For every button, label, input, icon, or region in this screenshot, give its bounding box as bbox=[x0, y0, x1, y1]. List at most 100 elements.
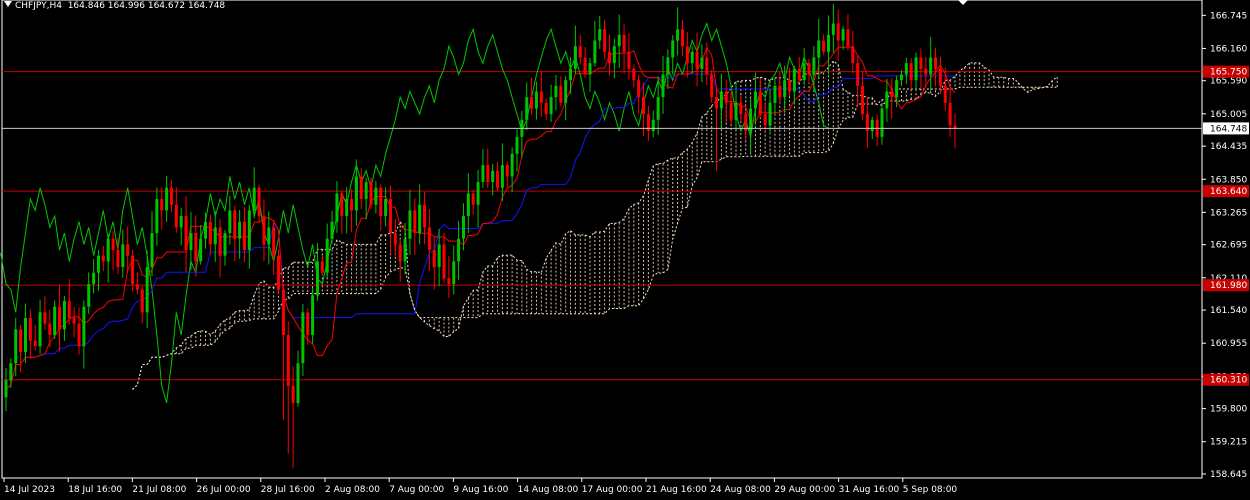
candle-body bbox=[534, 91, 538, 109]
candle-body bbox=[286, 334, 290, 386]
candle-body bbox=[841, 29, 845, 41]
candle-body bbox=[457, 238, 461, 262]
candle-body bbox=[189, 233, 193, 251]
candle-body bbox=[306, 312, 310, 335]
x-tick-label: 21 Jul 08:00 bbox=[132, 485, 186, 495]
candle-body bbox=[315, 261, 319, 296]
candle-body bbox=[155, 199, 159, 234]
candle-body bbox=[476, 182, 480, 205]
candle-body bbox=[583, 57, 587, 75]
candle-body bbox=[320, 261, 324, 273]
candle-body bbox=[831, 23, 835, 35]
candle-body bbox=[617, 34, 621, 47]
candle-body bbox=[437, 244, 441, 268]
senkou-span-b bbox=[132, 86, 1058, 390]
candle-body bbox=[885, 91, 889, 109]
candle-body bbox=[934, 57, 938, 69]
candle-body bbox=[695, 51, 699, 69]
candle-body bbox=[111, 238, 115, 251]
candle-body bbox=[607, 51, 611, 64]
y-tick-label: 163.850 bbox=[1210, 175, 1247, 185]
candle-body bbox=[77, 323, 81, 347]
candle-body bbox=[856, 63, 860, 86]
candle-body bbox=[768, 102, 772, 126]
candle-body bbox=[846, 29, 850, 47]
candle-body bbox=[223, 233, 227, 256]
candle-body bbox=[554, 85, 558, 98]
candle-body bbox=[471, 193, 475, 205]
x-tick-label: 17 Aug 00:00 bbox=[582, 485, 643, 495]
candle-body bbox=[388, 199, 392, 234]
candle-body bbox=[335, 193, 339, 222]
candle-body bbox=[953, 125, 957, 129]
candle-body bbox=[739, 102, 743, 115]
candle-body bbox=[749, 108, 753, 132]
x-tick-label: 29 Aug 00:00 bbox=[774, 485, 835, 495]
candle-body bbox=[578, 46, 582, 58]
candle-body bbox=[783, 80, 787, 98]
candle-body bbox=[447, 278, 451, 285]
candle-body bbox=[213, 227, 217, 245]
x-tick-label: 24 Aug 08:00 bbox=[710, 485, 771, 495]
candle-body bbox=[121, 244, 125, 268]
kijun-sen-line bbox=[5, 73, 956, 390]
candle-body bbox=[418, 204, 422, 234]
candle-body bbox=[788, 80, 792, 92]
candle-body bbox=[914, 57, 918, 81]
candle-body bbox=[724, 91, 728, 103]
candle-body bbox=[700, 57, 704, 69]
senkou-span-a bbox=[132, 60, 1058, 390]
y-tick-label: 159.800 bbox=[1210, 405, 1247, 415]
level-price-label: 160.310 bbox=[1210, 376, 1247, 386]
candle-body bbox=[23, 317, 27, 352]
candle-body bbox=[126, 244, 130, 256]
candle-body bbox=[715, 97, 719, 109]
candle-body bbox=[374, 187, 378, 205]
candle-body bbox=[680, 29, 684, 47]
y-tick-label: 165.005 bbox=[1210, 110, 1247, 120]
candle-body bbox=[247, 210, 251, 251]
candle-body bbox=[564, 80, 568, 103]
x-tick-label: 18 Jul 16:00 bbox=[68, 485, 122, 495]
candle-body bbox=[33, 340, 37, 347]
candle-body bbox=[539, 91, 543, 103]
candle-body bbox=[822, 40, 826, 52]
level-price-label: 165.750 bbox=[1210, 68, 1247, 78]
x-tick-label: 28 Jul 16:00 bbox=[261, 485, 315, 495]
candle-body bbox=[19, 329, 23, 352]
candle-body bbox=[904, 63, 908, 75]
candle-body bbox=[296, 363, 300, 403]
candle-body bbox=[4, 380, 8, 398]
candle-body bbox=[369, 182, 373, 205]
candle-body bbox=[734, 102, 738, 120]
candle-body bbox=[929, 57, 933, 75]
candle-body bbox=[218, 227, 222, 256]
candle-body bbox=[603, 29, 607, 52]
candle-body bbox=[106, 238, 110, 262]
x-tick-label: 5 Sep 08:00 bbox=[903, 485, 958, 495]
candle-body bbox=[763, 114, 767, 126]
candle-body bbox=[817, 40, 821, 58]
price-chart[interactable]: 166.745 166.160 165.590 165.005 164.435 163.8… bbox=[0, 0, 1250, 500]
x-tick-label: 31 Aug 16:00 bbox=[839, 485, 900, 495]
y-tick-label: 164.435 bbox=[1210, 142, 1247, 152]
candle-body bbox=[461, 216, 465, 239]
y-tick-label: 161.540 bbox=[1210, 306, 1247, 316]
candle-body bbox=[9, 363, 13, 381]
candle-body bbox=[685, 46, 689, 64]
candle-body bbox=[753, 91, 757, 109]
candle-body bbox=[544, 102, 548, 115]
y-tick-label: 166.160 bbox=[1210, 44, 1247, 54]
candle-body bbox=[632, 68, 636, 81]
candle-body bbox=[359, 176, 363, 200]
candle-body bbox=[325, 238, 329, 273]
candle-body bbox=[899, 74, 903, 81]
candle-body bbox=[549, 97, 553, 115]
candle-body bbox=[184, 216, 188, 251]
candle-body bbox=[802, 63, 806, 81]
candle-body bbox=[651, 119, 655, 132]
candle-body bbox=[515, 136, 519, 154]
candle-body bbox=[330, 221, 334, 239]
candle-body bbox=[466, 193, 470, 217]
candle-body bbox=[208, 221, 212, 245]
